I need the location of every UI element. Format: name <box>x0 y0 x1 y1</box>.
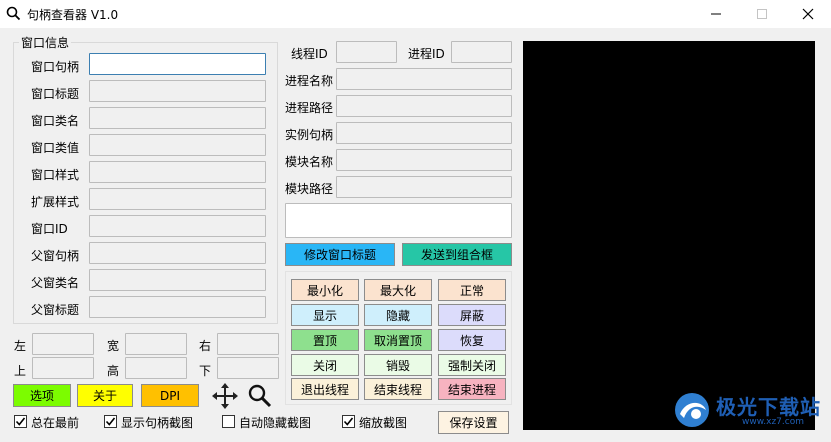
info-field-9[interactable] <box>89 296 266 318</box>
watermark-logo: 极光下载站 www.xz7.com <box>672 388 822 432</box>
process-field-0[interactable] <box>336 68 512 90</box>
action-button-1-2[interactable]: 屏蔽 <box>438 304 506 326</box>
action-button-1-1[interactable]: 隐藏 <box>364 304 432 326</box>
info-field-2[interactable] <box>89 107 266 129</box>
thread-id-label: 线程ID <box>291 47 328 61</box>
action-button-4-1[interactable]: 结束线程 <box>364 378 432 400</box>
info-field-3[interactable] <box>89 134 266 156</box>
action-button-0-2[interactable]: 正常 <box>438 279 506 301</box>
info-label-2: 窗口类名 <box>31 114 80 128</box>
info-label-8: 父窗类名 <box>31 276 80 290</box>
action-button-4-2[interactable]: 结束进程 <box>438 378 506 400</box>
maximize-icon <box>757 9 767 19</box>
action-button-1-0[interactable]: 显示 <box>291 304 359 326</box>
checkmark-icon <box>105 417 116 426</box>
checkbox-label-2[interactable]: 自动隐藏截图 <box>239 414 311 431</box>
action-button-2-0[interactable]: 置顶 <box>291 329 359 351</box>
action-button-2-2[interactable]: 恢复 <box>438 329 506 351</box>
process-label-4: 模块路径 <box>285 182 334 196</box>
dpi-button[interactable]: DPI <box>141 384 199 407</box>
title-bar: 句柄查看器 V1.0 <box>0 0 831 28</box>
rect-left-field[interactable] <box>32 333 94 355</box>
rect-top-label: 上 <box>14 364 27 378</box>
process-id-field[interactable] <box>451 41 512 63</box>
watermark-subtext: www.xz7.com <box>742 417 804 427</box>
process-label-0: 进程名称 <box>285 74 334 88</box>
maximize-button[interactable] <box>739 0 785 28</box>
rect-top-field[interactable] <box>32 357 94 379</box>
action-button-2-1[interactable]: 取消置顶 <box>364 329 432 351</box>
info-field-0[interactable] <box>89 53 266 75</box>
window-info-group-title: 窗口信息 <box>19 34 72 51</box>
window-title: 句柄查看器 V1.0 <box>27 8 119 22</box>
process-field-4[interactable] <box>336 176 512 198</box>
info-field-4[interactable] <box>89 161 266 183</box>
search-icon <box>6 6 21 21</box>
info-field-5[interactable] <box>89 188 266 210</box>
info-field-6[interactable] <box>89 215 266 237</box>
process-field-3[interactable] <box>336 149 512 171</box>
info-label-3: 窗口类值 <box>31 141 80 155</box>
rect-width-field[interactable] <box>125 333 187 355</box>
process-field-1[interactable] <box>336 95 512 117</box>
send-to-combo-button[interactable]: 发送到组合框 <box>402 243 512 266</box>
close-button[interactable] <box>785 0 831 28</box>
move-crosshair-icon[interactable] <box>211 382 239 410</box>
process-label-1: 进程路径 <box>285 101 334 115</box>
options-button[interactable]: 选项 <box>13 384 71 407</box>
modify-title-button[interactable]: 修改窗口标题 <box>285 243 395 266</box>
info-label-5: 扩展样式 <box>31 195 80 209</box>
info-label-7: 父窗句柄 <box>31 249 80 263</box>
info-field-7[interactable] <box>89 242 266 264</box>
text-input-area[interactable] <box>285 203 512 238</box>
action-button-3-2[interactable]: 强制关闭 <box>438 354 506 376</box>
checkbox-label-0[interactable]: 总在最前 <box>31 414 79 431</box>
watermark-text: 极光下载站 <box>716 395 821 419</box>
info-label-9: 父窗标题 <box>31 303 80 317</box>
checkmark-icon <box>15 417 26 426</box>
info-field-8[interactable] <box>89 269 266 291</box>
minimize-icon <box>711 13 721 15</box>
checkbox-2[interactable] <box>222 415 235 428</box>
checkbox-1[interactable] <box>104 415 117 428</box>
thread-id-field[interactable] <box>336 41 397 63</box>
action-button-0-0[interactable]: 最小化 <box>291 279 359 301</box>
process-field-2[interactable] <box>336 122 512 144</box>
close-icon <box>802 8 814 20</box>
rect-width-label: 宽 <box>107 339 120 353</box>
checkbox-3[interactable] <box>342 415 355 428</box>
checkmark-icon <box>343 417 354 426</box>
process-id-label: 进程ID <box>408 47 445 61</box>
about-button[interactable]: 关于 <box>77 384 133 407</box>
rect-height-label: 高 <box>107 364 120 378</box>
rect-left-label: 左 <box>14 339 27 353</box>
rect-right-field[interactable] <box>217 333 279 355</box>
minimize-button[interactable] <box>693 0 739 28</box>
rect-right-label: 右 <box>199 339 212 353</box>
info-label-0: 窗口句柄 <box>31 60 80 74</box>
rect-height-field[interactable] <box>125 357 187 379</box>
checkbox-0[interactable] <box>14 415 27 428</box>
info-label-1: 窗口标题 <box>31 87 80 101</box>
magnifier-icon[interactable] <box>247 383 273 409</box>
process-label-2: 实例句柄 <box>285 128 334 142</box>
checkbox-label-1[interactable]: 显示句柄截图 <box>121 414 193 431</box>
rect-bottom-label: 下 <box>199 364 212 378</box>
screenshot-preview <box>523 41 815 430</box>
action-button-3-0[interactable]: 关闭 <box>291 354 359 376</box>
action-button-4-0[interactable]: 退出线程 <box>291 378 359 400</box>
action-button-3-1[interactable]: 销毁 <box>364 354 432 376</box>
rect-bottom-field[interactable] <box>217 357 279 379</box>
info-label-4: 窗口样式 <box>31 168 80 182</box>
action-button-0-1[interactable]: 最大化 <box>364 279 432 301</box>
checkbox-label-3[interactable]: 缩放截图 <box>359 414 407 431</box>
info-label-6: 窗口ID <box>31 222 68 236</box>
info-field-1[interactable] <box>89 80 266 102</box>
save-settings-button[interactable]: 保存设置 <box>438 411 509 434</box>
process-label-3: 模块名称 <box>285 155 334 169</box>
watermark-swirl-icon <box>675 393 709 427</box>
